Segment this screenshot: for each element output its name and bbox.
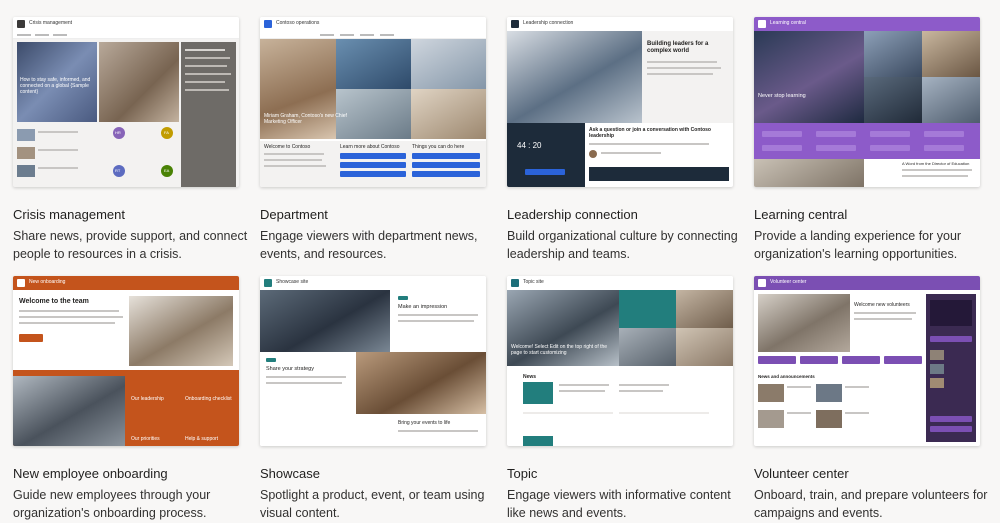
link-our-priorities[interactable]: Our priorities <box>131 436 160 442</box>
template-title[interactable]: Learning central <box>754 207 847 222</box>
hero-caption: Welcome! Select Edit on the top right of… <box>511 344 608 356</box>
template-title[interactable]: Crisis management <box>13 207 125 222</box>
template-description: Engage viewers with informative content … <box>507 488 731 520</box>
template-description: Provide a landing experience for your or… <box>754 229 962 261</box>
template-description: Share news, provide support, and connect… <box>13 229 248 261</box>
hero-caption: Miriam Graham, Contoso's new Chief Marke… <box>264 113 347 125</box>
thumbnail-learning-central[interactable]: Learning central Never stop learning A W… <box>754 17 980 187</box>
link-help-support[interactable]: Help & support <box>185 436 218 442</box>
template-title[interactable]: New employee onboarding <box>13 466 168 481</box>
thumbnail-new-employee-onboarding[interactable]: New onboarding Welcome to the team Our l… <box>13 276 239 446</box>
site-logo-icon <box>264 279 272 287</box>
template-title[interactable]: Leadership connection <box>507 207 638 222</box>
template-description: Guide new employees through your organiz… <box>13 488 211 520</box>
site-logo-icon <box>17 279 25 287</box>
site-logo-icon <box>264 20 272 28</box>
site-logo-icon <box>511 279 519 287</box>
site-logo-icon <box>17 20 25 28</box>
thumbnail-volunteer-center[interactable]: Volunteer center Welcome new volunteers … <box>754 276 980 446</box>
link-onboarding-checklist[interactable]: Onboarding checklist <box>185 396 232 402</box>
link-our-leadership[interactable]: Our leadership <box>131 396 164 402</box>
template-description: Build organizational culture by connecti… <box>507 229 738 261</box>
site-logo-icon <box>758 279 766 287</box>
hero-caption: Building leaders for a complex world <box>647 41 709 54</box>
template-title[interactable]: Volunteer center <box>754 466 849 481</box>
template-gallery: Crisis management How to stay safe, info… <box>0 0 1000 523</box>
thumbnail-showcase[interactable]: Showcase site Make an impression Share y… <box>260 276 486 446</box>
thumbnail-leadership-connection[interactable]: Leadership connection Building leaders f… <box>507 17 733 187</box>
site-logo-icon <box>511 20 519 28</box>
hero-caption: How to stay safe, informed, and connecte… <box>20 77 91 95</box>
template-description: Onboard, train, and prepare volunteers f… <box>754 488 988 520</box>
hero-caption: Never stop learning <box>758 93 806 99</box>
template-title[interactable]: Topic <box>507 466 537 481</box>
thumbnail-crisis-management[interactable]: Crisis management How to stay safe, info… <box>13 17 239 187</box>
hero-caption: Welcome to the team <box>19 298 89 305</box>
template-title[interactable]: Department <box>260 207 328 222</box>
template-description: Engage viewers with department news, eve… <box>260 229 478 261</box>
hero-caption: Welcome new volunteers <box>854 302 910 308</box>
template-title[interactable]: Showcase <box>260 466 320 481</box>
thumbnail-department[interactable]: Contoso operations Miriam Graham, Contos… <box>260 17 486 187</box>
template-description: Spotlight a product, event, or team usin… <box>260 488 485 520</box>
site-logo-icon <box>758 20 766 28</box>
countdown-clock: 44 : 20 <box>517 141 542 150</box>
thumbnail-topic[interactable]: Topic site Welcome! Select Edit on the t… <box>507 276 733 446</box>
